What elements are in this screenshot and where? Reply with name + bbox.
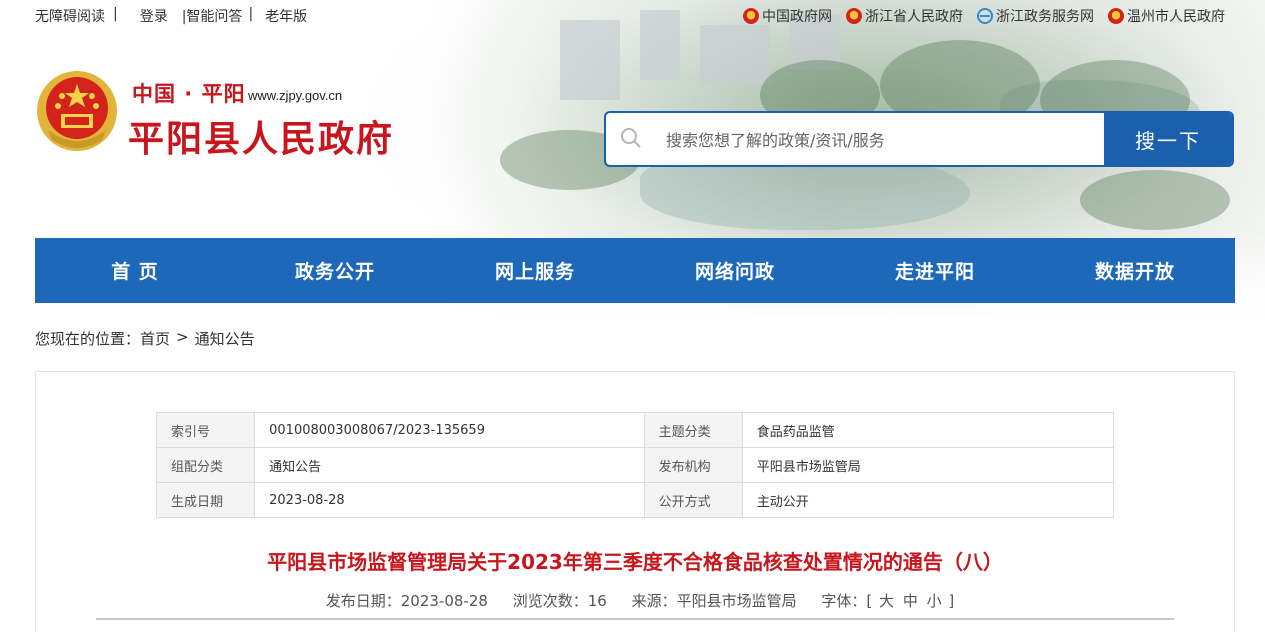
metadata-table: 索引号 001008003008067/2023-135659 主题分类 食品药… [155,412,1115,518]
link-wenzhou-gov[interactable]: 温州市人民政府 [1108,6,1225,26]
national-emblem-icon [1108,8,1124,24]
table-row: 组配分类 通知公告 发布机构 平阳县市场监管局 [155,447,1115,483]
meta-key: 发布机构 [643,447,743,483]
meta-key: 公开方式 [643,482,743,518]
divider: | [113,6,118,22]
font-size-bracket: ] [948,592,955,610]
font-small-button[interactable]: 小 [927,592,942,610]
nav-online-services[interactable]: 网上服务 [435,238,635,303]
divider [96,618,1174,620]
accessibility-link[interactable]: 无障碍阅读 [35,6,105,26]
link-label: 中国政府网 [762,9,832,25]
breadcrumb-current[interactable]: 通知公告 [195,328,255,349]
search-button[interactable]: 搜一下 [1104,113,1232,165]
meta-value: 2023-08-28 [254,482,645,518]
breadcrumb-prefix: 您现在的位置： [35,330,141,348]
top-bar-tools: 无障碍阅读 | 登录 |智能问答 | 老年版 [35,6,307,26]
main-nav: 首 页 政务公开 网上服务 网络问政 走进平阳 数据开放 [35,238,1235,303]
external-links: 中国政府网 浙江省人民政府 浙江政务服务网 温州市人民政府 [743,6,1225,26]
nav-online-inquiry[interactable]: 网络问政 [635,238,835,303]
breadcrumb-home[interactable]: 首页 [140,328,170,349]
meta-value: 通知公告 [254,447,645,483]
meta-key: 生成日期 [155,482,256,518]
site-subtitle: 中国 · 平阳 [132,82,246,106]
top-bar: 无障碍阅读 | 登录 |智能问答 | 老年版 中国政府网 浙江省人民政府 浙江政… [0,0,1265,32]
nav-gov-affairs[interactable]: 政务公开 [235,238,435,303]
site-url: www.zjpy.gov.cn [248,88,343,103]
nav-home[interactable]: 首 页 [35,238,235,303]
link-label: 浙江省人民政府 [865,9,963,25]
search-box: 搜一下 [604,111,1234,167]
link-label: 温州市人民政府 [1127,9,1225,25]
divider: | [248,6,254,22]
font-medium-button[interactable]: 中 [903,592,918,610]
login-link[interactable]: 登录 [140,6,168,26]
national-emblem-icon [846,8,862,24]
article-card: 索引号 001008003008067/2023-135659 主题分类 食品药… [35,371,1235,632]
link-china-gov[interactable]: 中国政府网 [743,6,832,26]
breadcrumb-separator: > [176,328,189,346]
search-icon [621,128,641,148]
article-info: 发布日期：2023-08-28 浏览次数：16 来源：平阳县市场监管局 字体：[… [36,590,1234,611]
meta-value: 001008003008067/2023-135659 [254,412,645,448]
nav-about-pingyang[interactable]: 走进平阳 [835,238,1035,303]
font-size-control: 字体：[ 大 中 小 ] [821,592,954,610]
article-title: 平阳县市场监督管理局关于2023年第三季度不合格食品核查处置情况的通告（八） [267,550,1003,574]
source: 来源：平阳县市场监管局 [631,592,797,610]
search-input[interactable] [664,123,1088,157]
link-zhejiang-service[interactable]: 浙江政务服务网 [977,6,1094,26]
elderly-version-link[interactable]: 老年版 [265,6,307,26]
nav-open-data[interactable]: 数据开放 [1035,238,1235,303]
site-name[interactable]: 平阳县人民政府 [128,110,394,162]
meta-value: 主动公开 [741,482,1115,518]
smart-qa-link[interactable]: |智能问答 [182,6,243,26]
meta-value: 平阳县市场监管局 [741,447,1115,483]
font-large-button[interactable]: 大 [879,592,894,610]
breadcrumb: 您现在的位置： 首页 > 通知公告 [35,328,255,349]
publish-date: 发布日期：2023-08-28 [325,592,488,610]
font-size-label: 字体：[ [821,592,873,610]
meta-value: 食品药品监管 [741,412,1115,448]
globe-icon [977,8,993,24]
meta-key: 组配分类 [155,447,256,483]
meta-key: 主题分类 [643,412,743,448]
table-row: 索引号 001008003008067/2023-135659 主题分类 食品药… [155,412,1115,448]
link-zhejiang-gov[interactable]: 浙江省人民政府 [846,6,963,26]
national-emblem-icon [743,8,759,24]
link-label: 浙江政务服务网 [996,9,1094,25]
table-row: 生成日期 2023-08-28 公开方式 主动公开 [155,482,1115,518]
meta-key: 索引号 [155,412,256,448]
view-count: 浏览次数：16 [512,592,607,610]
national-emblem-logo[interactable] [36,70,118,152]
